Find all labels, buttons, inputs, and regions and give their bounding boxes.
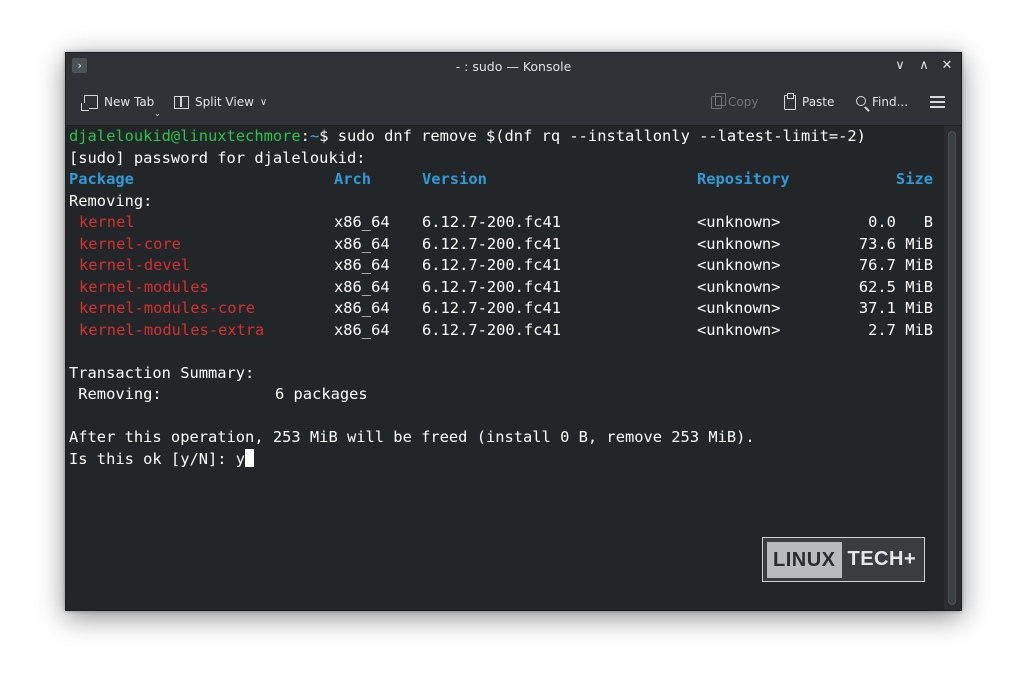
prompt-line: djaleloukid@linuxtechmore:~$ sudo dnf re…	[69, 126, 866, 147]
package-name: kernel-devel	[79, 256, 191, 274]
header-repository: Repository	[697, 170, 790, 188]
copy-button[interactable]: Copy	[711, 92, 759, 111]
package-repository: <unknown>	[697, 299, 781, 317]
title-bar[interactable]: › - : sudo — Konsole ∨ ∧ ✕	[66, 53, 961, 79]
search-icon	[856, 95, 866, 106]
prompt-separator: :	[300, 127, 310, 145]
terminal-output[interactable]: djaleloukid@linuxtechmore:~$ sudo dnf re…	[66, 126, 944, 610]
package-row: kernel-modules-core x86_64 6.12.7-200.fc41…	[69, 298, 939, 319]
prompt-directory: ~	[309, 127, 320, 145]
package-name: kernel-modules	[79, 277, 209, 296]
package-version: 6.12.7-200.fc41	[422, 299, 561, 317]
linuxtechmore-logo: LINUX TECH+	[762, 537, 925, 582]
prompt-user: djaleloukid@linuxtechmore	[69, 127, 301, 145]
package-row: kernel x86_64 6.12.7-200.fc41 <unknown> 0.0 …	[69, 212, 939, 233]
sudo-password-prompt: [sudo] password for djaleloukid:	[69, 148, 366, 167]
transaction-summary-title: Transaction Summary:	[69, 363, 255, 382]
package-size: 62.5 MiB	[858, 277, 933, 296]
header-package: Package	[69, 170, 134, 188]
hamburger-menu-icon	[930, 96, 945, 108]
copy-label: Copy	[728, 95, 759, 109]
hamburger-menu-button[interactable]	[930, 93, 945, 111]
package-arch: x86_64	[334, 277, 390, 296]
new-tab-dropdown-icon[interactable]: ⌄	[154, 109, 161, 118]
table-header: Package Arch Version Repository Size	[69, 169, 939, 190]
operation-summary-line: After this operation, 253 MiB will be fr…	[69, 428, 755, 446]
prompt-command: $ sudo dnf remove $(dnf rq --installonly…	[319, 127, 866, 145]
close-button[interactable]: ✕	[938, 57, 956, 75]
summary-removing-value: 6 packages	[275, 385, 368, 403]
window-title: - : sudo — Konsole	[455, 59, 572, 74]
package-repository: <unknown>	[697, 320, 781, 339]
package-version: 6.12.7-200.fc41	[422, 320, 561, 339]
summary-removing-line: Removing: 6 packages	[69, 384, 469, 405]
package-arch: x86_64	[334, 234, 390, 253]
text-cursor	[245, 448, 255, 467]
new-tab-icon	[81, 95, 98, 111]
package-name: kernel	[79, 213, 135, 231]
confirm-prompt-line: Is this ok [y/N]: y	[69, 448, 255, 470]
find-button[interactable]: Find...	[856, 93, 908, 111]
confirm-prompt-text: Is this ok [y/N]: y	[69, 449, 246, 468]
split-view-icon	[174, 95, 189, 109]
package-row: kernel-modules x86_64 6.12.7-200.fc41 <unkn…	[69, 277, 939, 298]
package-name: kernel-modules-extra	[79, 320, 265, 339]
package-repository: <unknown>	[697, 256, 781, 274]
package-size: 2.7 MiB	[868, 320, 933, 339]
vertical-scrollbar[interactable]	[944, 126, 961, 610]
package-size: 73.6 MiB	[858, 234, 933, 253]
konsole-window: › - : sudo — Konsole ∨ ∧ ✕ New Tab ⌄ Spl…	[65, 52, 962, 611]
minimize-button[interactable]: ∨	[891, 57, 909, 75]
new-tab-button[interactable]: New Tab	[81, 93, 155, 111]
package-version: 6.12.7-200.fc41	[422, 256, 561, 274]
package-version: 6.12.7-200.fc41	[422, 234, 561, 253]
removing-label: Removing:	[69, 191, 153, 210]
package-version: 6.12.7-200.fc41	[422, 213, 561, 231]
package-row: kernel-modules-extra x86_64 6.12.7-200.fc4…	[69, 320, 939, 341]
package-row: kernel-core x86_64 6.12.7-200.fc41 <unknown…	[69, 234, 939, 255]
package-repository: <unknown>	[697, 277, 781, 296]
header-arch: Arch	[334, 170, 372, 188]
paste-icon	[784, 92, 796, 110]
split-view-button[interactable]: Split View ∨	[174, 93, 267, 111]
split-view-label: Split View	[195, 95, 254, 109]
package-arch: x86_64	[334, 299, 390, 317]
toolbar: New Tab ⌄ Split View ∨ Copy Paste Find..…	[66, 79, 961, 126]
find-label: Find...	[872, 95, 909, 109]
package-name: kernel-core	[79, 234, 181, 253]
header-version: Version	[422, 170, 487, 188]
new-tab-label: New Tab	[104, 95, 155, 109]
package-arch: x86_64	[334, 320, 390, 339]
paste-button[interactable]: Paste	[784, 92, 835, 111]
package-size: 0.0 B	[868, 213, 933, 231]
chevron-down-icon: ∨	[259, 96, 268, 108]
header-size: Size	[895, 170, 933, 188]
maximize-button[interactable]: ∧	[915, 57, 933, 75]
package-row: kernel-devel x86_64 6.12.7-200.fc41 <unknow…	[69, 255, 939, 276]
package-size: 37.1 MiB	[858, 299, 933, 317]
paste-label: Paste	[802, 95, 835, 109]
package-version: 6.12.7-200.fc41	[422, 277, 561, 296]
package-repository: <unknown>	[697, 213, 781, 231]
summary-removing-label: Removing:	[69, 385, 162, 403]
package-arch: x86_64	[334, 213, 390, 231]
package-repository: <unknown>	[697, 234, 781, 253]
logo-linux-text: LINUX	[767, 541, 842, 578]
package-size: 76.7 MiB	[858, 256, 933, 274]
package-name: kernel-modules-core	[79, 299, 256, 317]
logo-tech-text: TECH+	[847, 548, 917, 570]
scrollbar-thumb[interactable]	[948, 131, 956, 605]
copy-icon	[711, 92, 726, 109]
package-arch: x86_64	[334, 256, 390, 274]
